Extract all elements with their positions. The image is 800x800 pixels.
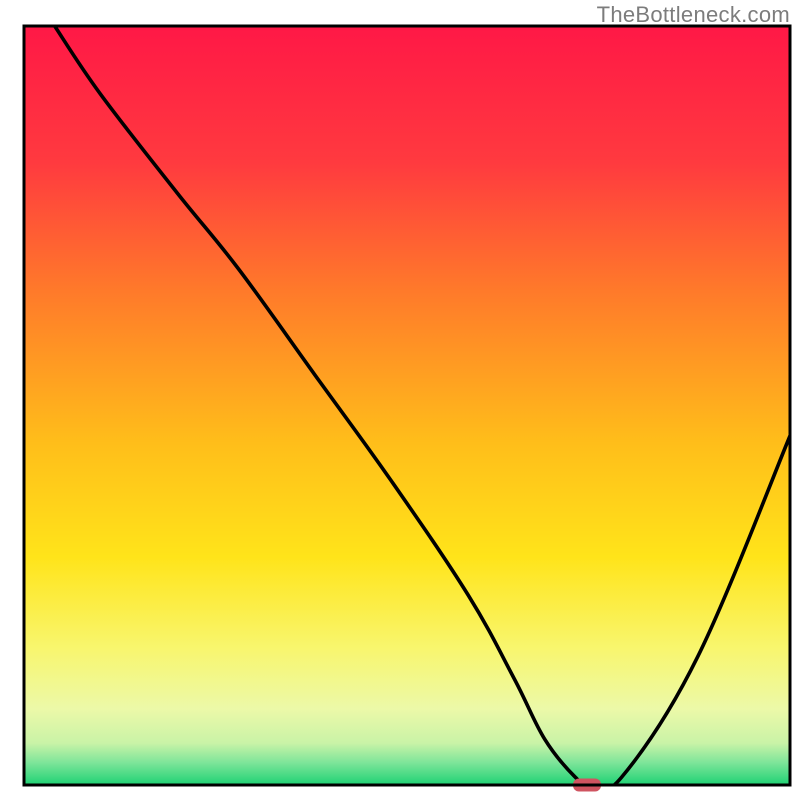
watermark-label: TheBottleneck.com	[597, 2, 790, 28]
bottleneck-chart	[0, 0, 800, 800]
plot-gradient-background	[24, 26, 790, 785]
